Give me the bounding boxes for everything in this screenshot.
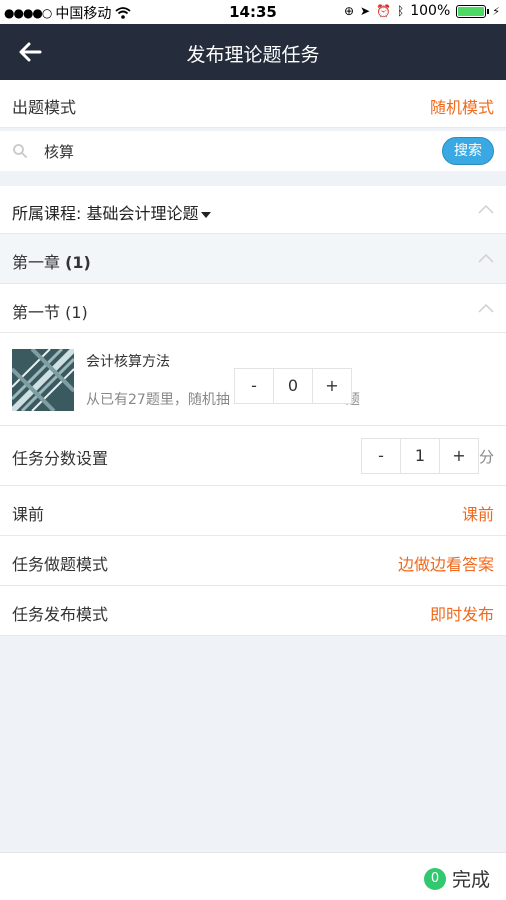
timing-row[interactable]: 课前 课前 bbox=[0, 486, 506, 536]
chapter-count: (1) bbox=[65, 253, 91, 272]
score-unit: 分 bbox=[478, 448, 494, 466]
section-label: 第一节 (1) bbox=[12, 303, 88, 322]
score-stepper: - 1 + bbox=[361, 438, 479, 474]
publish-mode-row[interactable]: 任务发布模式 即时发布 bbox=[0, 586, 506, 636]
question-mode-value[interactable]: 随机模式 bbox=[430, 94, 494, 118]
chevron-up-icon[interactable] bbox=[478, 303, 494, 313]
increment-button[interactable]: + bbox=[313, 369, 351, 403]
item-desc-text: 从已有27题里，随机抽 bbox=[86, 392, 230, 408]
nav-bar: 发布理论题任务 bbox=[0, 24, 506, 80]
done-button[interactable]: 0 完成 bbox=[423, 865, 490, 892]
search-icon bbox=[13, 144, 27, 158]
search-input[interactable]: 核算 bbox=[44, 141, 74, 162]
battery-percent: 100% bbox=[410, 3, 451, 19]
chevron-up-icon[interactable] bbox=[478, 204, 494, 214]
chapter-row[interactable]: 第一章 (1) bbox=[0, 234, 506, 284]
decrement-button[interactable]: - bbox=[362, 439, 400, 473]
question-count-stepper: - 0 + bbox=[234, 368, 352, 404]
search-button[interactable]: 搜索 bbox=[442, 137, 494, 165]
question-mode-row[interactable]: 出题模式 随机模式 bbox=[0, 80, 506, 128]
score-row: 任务分数设置 - 1 + 分 bbox=[0, 426, 506, 486]
course-row[interactable]: 所属课程: 基础会计理论题 bbox=[0, 186, 506, 234]
decrement-button[interactable]: - bbox=[235, 369, 273, 403]
task-mode-row[interactable]: 任务做题模式 边做边看答案 bbox=[0, 536, 506, 586]
lock-rotation-icon: ⊕ bbox=[343, 4, 355, 18]
page-title: 发布理论题任务 bbox=[186, 44, 320, 66]
question-item: 会计核算方法 从已有27题里，随机抽题 - 0 + bbox=[0, 333, 506, 426]
question-count-value[interactable]: 0 bbox=[273, 369, 313, 403]
course-label: 所属课程: 基础会计理论题 bbox=[12, 204, 199, 223]
item-thumbnail bbox=[12, 349, 74, 411]
score-label: 任务分数设置 bbox=[12, 449, 109, 468]
timing-label: 课前 bbox=[12, 505, 45, 524]
publish-mode-label: 任务发布模式 bbox=[12, 605, 109, 624]
battery-icon bbox=[456, 4, 490, 18]
bottom-bar: 0 完成 bbox=[0, 852, 506, 900]
task-mode-label: 任务做题模式 bbox=[12, 555, 109, 574]
course-selector[interactable]: 所属课程: 基础会计理论题 bbox=[12, 200, 212, 224]
location-icon: ➤ bbox=[360, 4, 371, 18]
charging-icon: ⚡ bbox=[492, 4, 500, 18]
status-right: ⊕ ➤ ⏰ ᛒ 100% ⚡ bbox=[344, 3, 500, 19]
done-label: 完成 bbox=[451, 869, 490, 891]
bluetooth-icon: ᛒ bbox=[397, 4, 405, 18]
item-title: 会计核算方法 bbox=[86, 354, 170, 370]
caret-down-icon bbox=[201, 211, 212, 218]
chevron-up-icon[interactable] bbox=[478, 253, 494, 263]
chapter-label: 第一章 (1) bbox=[12, 249, 91, 273]
question-mode-label: 出题模式 bbox=[12, 98, 77, 117]
search-bar: 核算 搜索 bbox=[0, 131, 506, 171]
publish-mode-value[interactable]: 即时发布 bbox=[430, 601, 494, 625]
alarm-icon: ⏰ bbox=[376, 4, 392, 18]
status-bar: ●●●●○ 中国移动 14:35 ⊕ ➤ ⏰ ᛒ 100% ⚡ bbox=[0, 0, 506, 24]
score-value[interactable]: 1 bbox=[400, 439, 440, 473]
timing-value[interactable]: 课前 bbox=[462, 501, 494, 525]
increment-button[interactable]: + bbox=[440, 439, 478, 473]
selected-count-badge: 0 bbox=[423, 867, 446, 890]
section-row[interactable]: 第一节 (1) bbox=[0, 284, 506, 333]
task-mode-value[interactable]: 边做边看答案 bbox=[398, 551, 494, 575]
chapter-title: 第一章 bbox=[12, 253, 61, 272]
